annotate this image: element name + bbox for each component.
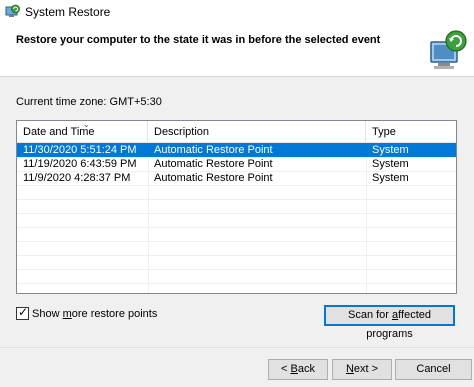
row-gridline [17, 199, 456, 200]
system-restore-icon [5, 4, 20, 17]
wizard-content: Current time zone: GMT+5:30 ⌄ Date and T… [0, 77, 474, 347]
row-gridline [17, 255, 456, 256]
table-row[interactable]: 11/19/2020 6:43:59 PM Automatic Restore … [17, 157, 456, 171]
cancel-button[interactable]: Cancel [395, 359, 472, 380]
list-header: ⌄ Date and Time Description Type [17, 121, 456, 143]
row-date: 11/9/2020 4:28:37 PM [23, 172, 131, 184]
row-type: System [372, 158, 409, 170]
table-row[interactable]: 11/9/2020 4:28:37 PM Automatic Restore P… [17, 171, 456, 185]
row-type: System [372, 144, 409, 156]
show-more-restore-points-option[interactable]: ✓ Show more restore points [16, 305, 157, 320]
row-gridline [17, 241, 456, 242]
row-gridline [17, 227, 456, 228]
system-restore-computer-icon [430, 30, 467, 69]
sort-arrow-icon: ⌄ [83, 120, 90, 129]
timezone-label: Current time zone: GMT+5:30 [16, 96, 162, 108]
row-gridline [17, 283, 456, 284]
title-bar: System Restore [0, 0, 474, 24]
wizard-footer: < Back Next > Cancel [0, 347, 474, 387]
next-button[interactable]: Next > [332, 359, 392, 380]
row-description: Automatic Restore Point [154, 144, 273, 156]
table-row[interactable]: 11/30/2020 5:51:24 PM Automatic Restore … [17, 143, 456, 157]
row-date: 11/30/2020 5:51:24 PM [23, 144, 137, 156]
row-type: System [372, 172, 409, 184]
scan-affected-programs-button[interactable]: Scan for affected programs [324, 305, 455, 340]
row-description: Automatic Restore Point [154, 172, 273, 184]
row-description: Automatic Restore Point [154, 158, 273, 170]
column-header-description[interactable]: Description [148, 121, 366, 143]
checkmark-icon: ✓ [18, 305, 29, 319]
back-button[interactable]: < Back [268, 359, 328, 380]
restore-points-list[interactable]: ⌄ Date and Time Description Type 11/30/2… [16, 120, 457, 294]
row-date: 11/19/2020 6:43:59 PM [23, 158, 137, 170]
column-header-date[interactable]: ⌄ Date and Time [17, 121, 148, 143]
window-title: System Restore [25, 5, 111, 19]
show-more-checkbox[interactable]: ✓ [16, 305, 29, 320]
row-gridline [17, 213, 456, 214]
row-gridline [17, 185, 456, 186]
wizard-instruction: Restore your computer to the state it wa… [16, 34, 381, 46]
column-header-type[interactable]: Type [366, 121, 456, 143]
wizard-header: Restore your computer to the state it wa… [0, 24, 474, 76]
row-gridline [17, 269, 456, 270]
show-more-label[interactable]: Show more restore points [32, 308, 157, 320]
